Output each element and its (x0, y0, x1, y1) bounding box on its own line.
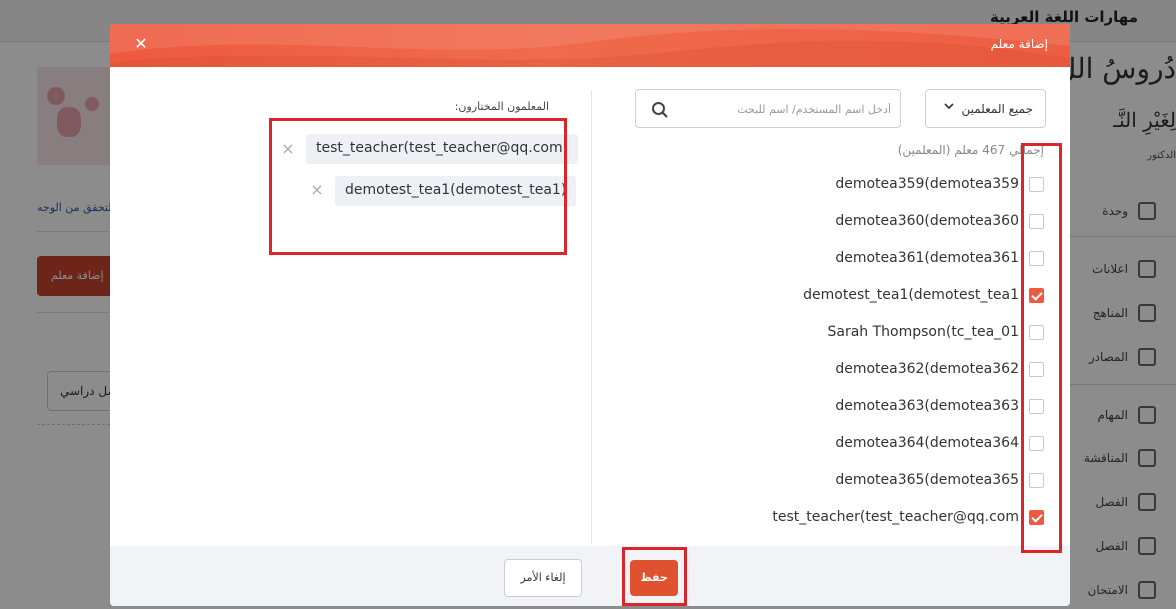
teacher-checkbox[interactable] (1029, 510, 1044, 525)
teacher-name: demotea363(demotea363 (835, 398, 1019, 414)
dialog-header: ✕ إضافة معلم (110, 24, 1070, 67)
total-count: إجمالي 467 معلم (المعلمين) (897, 143, 1044, 157)
teacher-name: demotea361(demotea361 (835, 250, 1019, 266)
save-button[interactable]: حفظ (630, 560, 678, 596)
teacher-checkbox[interactable] (1029, 251, 1044, 266)
dialog-title: إضافة معلم (990, 37, 1048, 51)
selected-teachers-label: المعلمون المختارون: (454, 100, 549, 113)
teacher-row[interactable]: demotea362(demotea362 (610, 350, 1045, 387)
cancel-button[interactable]: إلغاء الأمر (504, 559, 582, 597)
teacher-row[interactable]: demotea365(demotea365 (610, 461, 1045, 498)
pane-divider (591, 90, 592, 544)
close-icon[interactable]: ✕ (132, 34, 150, 54)
remove-chip-icon[interactable]: × (280, 141, 296, 157)
teacher-name: test_teacher(test_teacher@qq.com (772, 509, 1019, 525)
teacher-checkbox[interactable] (1029, 325, 1044, 340)
teacher-row[interactable]: demotea360(demotea360 (610, 202, 1045, 239)
teacher-row[interactable]: demotea364(demotea364 (610, 424, 1045, 461)
search-box (635, 89, 901, 128)
filter-selected-value: جميع المعلمين (961, 102, 1033, 116)
teacher-row[interactable]: demotea361(demotea361 (610, 239, 1045, 276)
selected-teacher-chip: demotest_tea1(demotest_tea1) (335, 176, 577, 206)
teacher-row[interactable]: test_teacher(test_teacher@qq.com (610, 498, 1045, 535)
search-icon[interactable] (651, 101, 669, 119)
teacher-filter-select[interactable]: جميع المعلمين (925, 89, 1046, 128)
teacher-checkbox[interactable] (1029, 473, 1044, 488)
teacher-name: demotea359(demotea359 (835, 176, 1019, 192)
teacher-row[interactable]: demotea359(demotea359 (610, 165, 1045, 202)
teacher-name: demotest_tea1(demotest_tea1 (803, 287, 1019, 303)
remove-chip-icon[interactable]: × (309, 182, 325, 198)
teacher-name: demotea362(demotea362 (835, 361, 1019, 377)
teacher-name: demotea365(demotea365 (835, 472, 1019, 488)
add-teacher-dialog: ✕ إضافة معلم جميع المعلمين إجمالي 467 مع… (110, 24, 1070, 606)
chevron-down-icon (943, 100, 955, 116)
teacher-checkbox[interactable] (1029, 214, 1044, 229)
teacher-row[interactable]: Sarah Thompson(tc_tea_01 (610, 313, 1045, 350)
teacher-checkbox[interactable] (1029, 436, 1044, 451)
teacher-checkbox[interactable] (1029, 288, 1044, 303)
dialog-footer: إلغاء الأمر حفظ (110, 546, 1070, 606)
teacher-name: demotea360(demotea360 (835, 213, 1019, 229)
teacher-checkbox[interactable] (1029, 399, 1044, 414)
teacher-list: demotea359(demotea359 demotea360(demotea3… (610, 165, 1045, 535)
teacher-row[interactable]: demotea363(demotea363 (610, 387, 1045, 424)
teacher-name: Sarah Thompson(tc_tea_01 (827, 324, 1019, 340)
teacher-name: demotea364(demotea364 (835, 435, 1019, 451)
teacher-checkbox[interactable] (1029, 362, 1044, 377)
search-input[interactable] (676, 98, 891, 120)
teacher-row[interactable]: demotest_tea1(demotest_tea1 (610, 276, 1045, 313)
teacher-checkbox[interactable] (1029, 177, 1044, 192)
selected-teacher-chip: test_teacher(test_teacher@qq.com) (306, 134, 579, 164)
